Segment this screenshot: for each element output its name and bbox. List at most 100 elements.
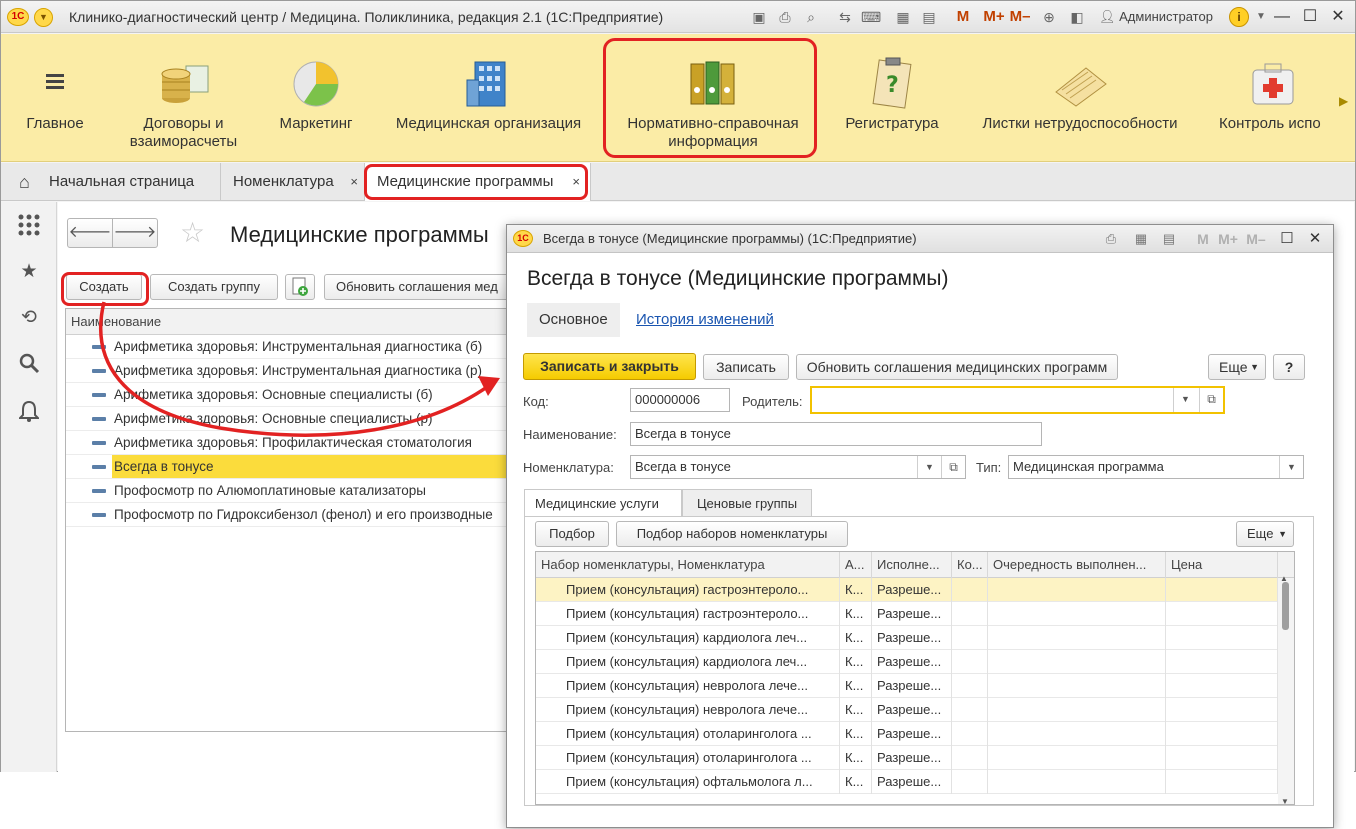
preview-icon[interactable]: ⌕ xyxy=(801,7,821,27)
column-header[interactable]: Цена xyxy=(1166,552,1278,578)
calculator-icon[interactable]: ▦ xyxy=(1131,229,1151,249)
apps-grid-icon[interactable] xyxy=(17,213,41,237)
list-item[interactable]: Арифметика здоровья: Инструментальная ди… xyxy=(66,359,564,383)
keyboard-icon[interactable]: ⌨ xyxy=(861,7,881,27)
minimize-button[interactable]: — xyxy=(1271,6,1293,28)
table-row[interactable]: Прием (консультация) офтальмолога л... К.… xyxy=(536,770,1278,794)
table-row[interactable]: Прием (консультация) невролога лече... К.… xyxy=(536,698,1278,722)
notifications-bell-icon[interactable] xyxy=(17,400,41,424)
table-row[interactable]: Прием (консультация) кардиолога леч... К.… xyxy=(536,626,1278,650)
column-header[interactable]: А... xyxy=(840,552,872,578)
close-button[interactable]: ✕ xyxy=(1305,229,1325,249)
save-button[interactable]: Записать xyxy=(703,354,789,380)
maximize-button[interactable]: ☐ xyxy=(1299,6,1321,28)
favorite-star-icon[interactable]: ☆ xyxy=(180,218,205,248)
print-icon[interactable]: ⎙ xyxy=(775,7,795,27)
tab-history[interactable]: История изменений xyxy=(624,303,786,337)
section-medical-organization[interactable]: Медицинская организация xyxy=(381,34,596,162)
more-button[interactable]: Еще ▼ xyxy=(1208,354,1266,380)
dropdown-chevron-icon[interactable]: ▼ xyxy=(1279,456,1303,478)
column-header[interactable]: Исполне... xyxy=(872,552,952,578)
calculator-icon[interactable]: ▦ xyxy=(893,7,913,27)
open-icon[interactable]: ⧉ xyxy=(941,456,965,478)
scroll-down-icon[interactable]: ▼ xyxy=(1281,797,1289,804)
save-close-button[interactable]: Записать и закрыть xyxy=(523,353,696,380)
memory-minus-button[interactable]: M– xyxy=(1243,229,1269,249)
vertical-scrollbar[interactable]: ▲ ▼ xyxy=(1278,574,1294,804)
table-row[interactable]: Прием (консультация) невролога лече... К.… xyxy=(536,674,1278,698)
table-row[interactable]: Прием (консультация) отоларинголога ... К… xyxy=(536,722,1278,746)
help-button[interactable]: ? xyxy=(1273,354,1305,380)
maximize-button[interactable]: ☐ xyxy=(1277,229,1297,249)
section-contracts[interactable]: Договоры и взаиморасчеты xyxy=(111,34,256,162)
dropdown-chevron-icon[interactable]: ▼ xyxy=(1173,388,1197,412)
section-registry[interactable]: ? Регистратура xyxy=(833,34,951,162)
memory-m-button[interactable]: M xyxy=(953,7,973,27)
favorites-star-icon[interactable]: ★ xyxy=(17,260,41,284)
memory-plus-button[interactable]: M+ xyxy=(1215,229,1241,249)
list-item[interactable]: Арифметика здоровья: Основные специалист… xyxy=(66,407,564,431)
memory-minus-button[interactable]: M– xyxy=(1007,7,1033,27)
list-item[interactable]: Профосмотр по Алюмоплатиновые катализато… xyxy=(66,479,564,503)
section-marketing[interactable]: Маркетинг xyxy=(266,34,366,162)
sections-scroll-right-icon[interactable]: ▶ xyxy=(1339,94,1348,108)
tab-home[interactable]: ⌂ Начальная страница xyxy=(1,163,221,201)
table-row[interactable]: Прием (консультация) кардиолога леч... К.… xyxy=(536,650,1278,674)
list-item[interactable]: Профосмотр по Гидроксибензол (фенол) и е… xyxy=(66,503,564,527)
dropdown-chevron-icon[interactable]: ▼ xyxy=(917,456,941,478)
calendar-icon[interactable]: ▤ xyxy=(1159,229,1179,249)
section-execution-control[interactable]: Контроль испо xyxy=(1211,34,1335,162)
close-button[interactable]: ✕ xyxy=(1327,6,1349,28)
column-header-name[interactable]: Наименование xyxy=(66,309,564,335)
link-icon[interactable]: ⇆ xyxy=(835,7,855,27)
list-item[interactable]: Арифметика здоровья: Профилактическая ст… xyxy=(66,431,564,455)
table-row[interactable] xyxy=(536,794,1278,804)
tab-main[interactable]: Основное xyxy=(527,303,620,337)
section-main[interactable]: Главное xyxy=(11,34,99,162)
parent-field[interactable]: ▼ ⧉ xyxy=(810,386,1225,414)
user-name[interactable]: 👤︎ Администратор xyxy=(1099,9,1213,25)
tab-medical-services[interactable]: Медицинские услуги xyxy=(524,489,682,517)
info-icon[interactable]: i xyxy=(1229,7,1249,27)
tab-nomenclature[interactable]: Номенклатура × xyxy=(221,163,365,201)
column-header[interactable]: Набор номенклатуры, Номенклатура xyxy=(536,552,840,578)
search-icon[interactable] xyxy=(17,352,41,376)
table-row[interactable]: Прием (консультация) гастроэнтероло... К.… xyxy=(536,578,1278,602)
column-header[interactable]: Ко... xyxy=(952,552,988,578)
section-sick-leave[interactable]: Листки нетрудоспособности xyxy=(971,34,1189,162)
refresh-agreements-button[interactable]: Обновить соглашения мед xyxy=(324,274,514,300)
more-button[interactable]: Еще ▼ xyxy=(1236,521,1294,547)
type-select[interactable]: Медицинская программа ▼ xyxy=(1008,455,1304,479)
close-icon[interactable]: × xyxy=(350,163,358,201)
column-header[interactable]: Очередность выполнен... xyxy=(988,552,1166,578)
panel-layout-icon[interactable]: ◧ xyxy=(1067,7,1087,27)
pick-button[interactable]: Подбор xyxy=(535,521,609,547)
table-row[interactable]: Прием (консультация) гастроэнтероло... К.… xyxy=(536,602,1278,626)
zoom-icon[interactable]: ⊕ xyxy=(1039,7,1059,27)
refresh-agreements-button[interactable]: Обновить соглашения медицинских программ xyxy=(796,354,1118,380)
nomenclature-field[interactable]: Всегда в тонусе ▼ ⧉ xyxy=(630,455,966,479)
open-icon[interactable]: ⧉ xyxy=(1199,388,1223,412)
tab-price-groups[interactable]: Ценовые группы xyxy=(682,489,812,517)
name-field[interactable]: Всегда в тонусе xyxy=(630,422,1042,446)
list-item[interactable]: Всегда в тонусе xyxy=(66,455,564,479)
code-field[interactable]: 000000006 xyxy=(630,388,730,412)
back-button[interactable]: 🡐 xyxy=(67,218,113,248)
memory-m-button[interactable]: M xyxy=(1193,229,1213,249)
info-menu-chevron-icon[interactable]: ▼ xyxy=(1251,7,1271,27)
create-group-button[interactable]: Создать группу xyxy=(150,274,278,300)
print-icon[interactable]: ⎙ xyxy=(1101,229,1121,249)
scroll-up-icon[interactable]: ▲ xyxy=(1280,574,1288,583)
list-item[interactable]: Арифметика здоровья: Основные специалист… xyxy=(66,383,564,407)
memory-plus-button[interactable]: M+ xyxy=(981,7,1007,27)
calendar-icon[interactable]: ▤ xyxy=(919,7,939,27)
copy-add-button[interactable] xyxy=(285,274,315,300)
history-icon[interactable]: ⟲ xyxy=(17,306,41,330)
forward-button[interactable]: 🡒 xyxy=(112,218,158,248)
list-item[interactable]: Арифметика здоровья: Инструментальная ди… xyxy=(66,335,564,359)
save-icon[interactable]: ▣ xyxy=(749,7,769,27)
pick-sets-button[interactable]: Подбор наборов номенклатуры xyxy=(616,521,848,547)
scrollbar-thumb[interactable] xyxy=(1282,582,1289,630)
main-menu-button[interactable]: ▼ xyxy=(34,8,53,27)
table-row[interactable]: Прием (консультация) отоларинголога ... К… xyxy=(536,746,1278,770)
